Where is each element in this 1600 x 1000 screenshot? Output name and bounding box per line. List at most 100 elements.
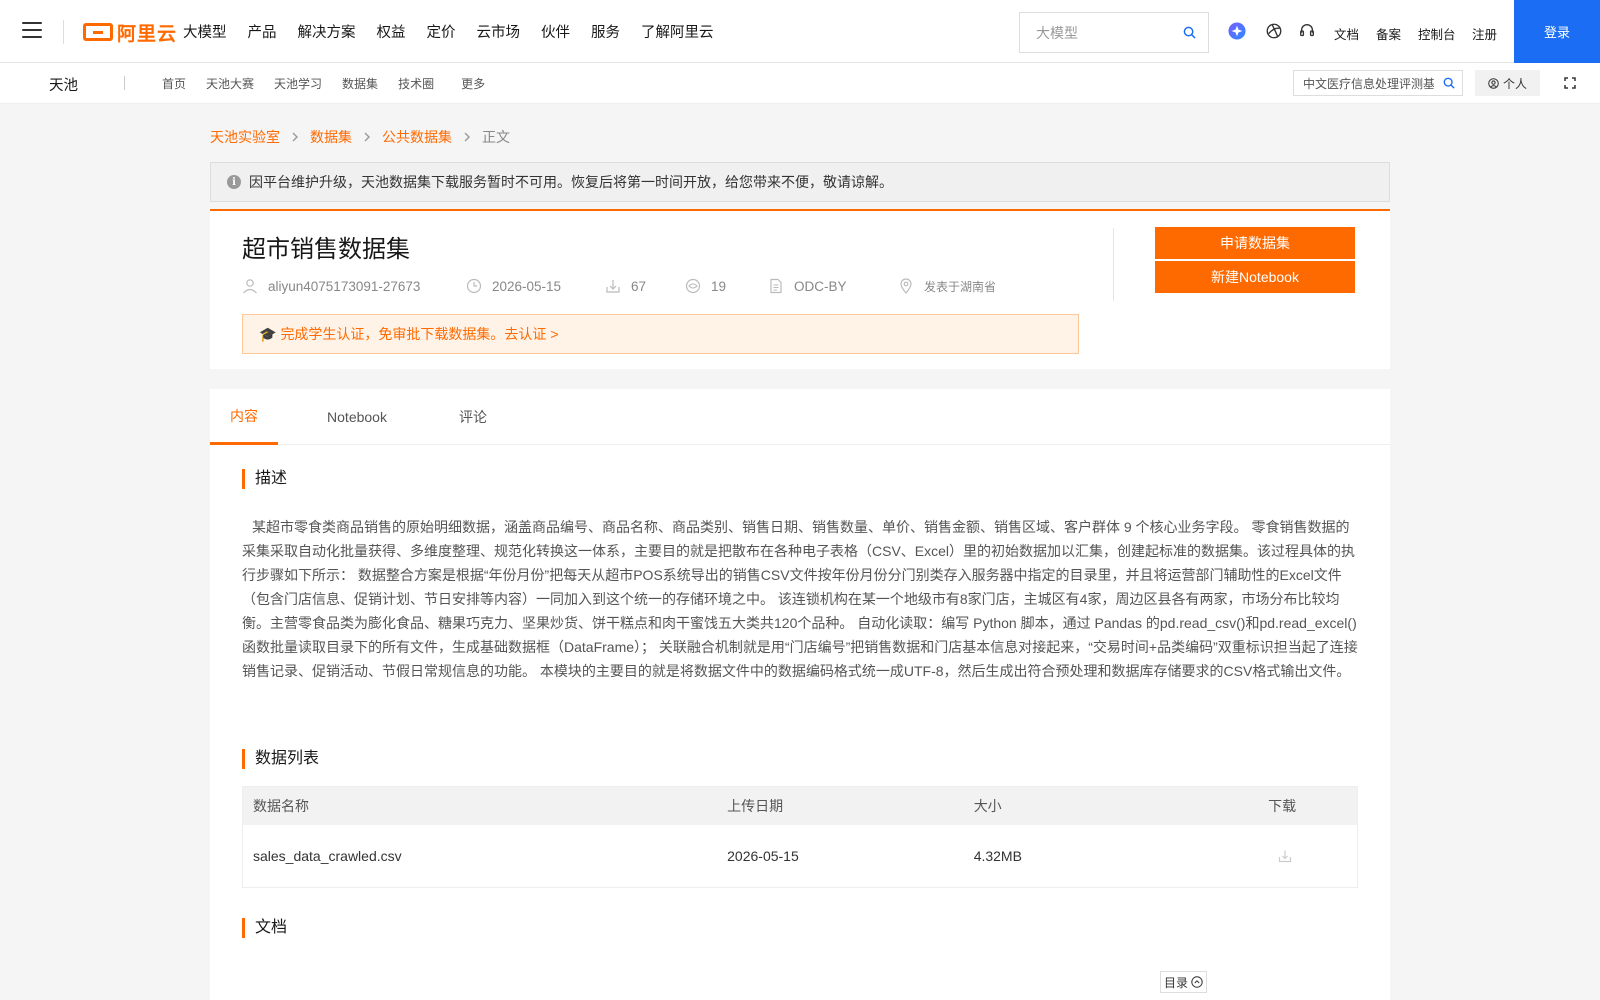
menu-item-partners[interactable]: 伙伴 [541, 21, 570, 42]
download-count-icon [606, 280, 620, 293]
tianchi-search-input[interactable] [1294, 71, 1434, 95]
global-search-input[interactable] [1020, 13, 1170, 52]
search-icon[interactable] [1183, 26, 1196, 39]
view-count: 19 [711, 278, 727, 294]
tianchi-subnav: 天池 首页 天池大赛 天池学习 数据集 技术圈 更多 个人 [0, 63, 1600, 104]
menu-item-marketplace[interactable]: 云市场 [477, 21, 521, 42]
info-icon: i [227, 175, 241, 189]
document-icon [770, 278, 782, 294]
chevron-right-icon [364, 132, 370, 142]
link-icp-filing[interactable]: 备案 [1376, 24, 1401, 43]
menu-item-benefits[interactable]: 权益 [377, 21, 406, 42]
section-title-description: 描述 [242, 469, 287, 489]
breadcrumb-current: 正文 [482, 129, 510, 145]
meta-author: aliyun4075173091-27673 [242, 278, 466, 294]
link-register[interactable]: 注册 [1472, 24, 1497, 43]
apply-dataset-button[interactable]: 申请数据集 [1155, 227, 1355, 259]
header-download: 下载 [1268, 798, 1297, 814]
file-name: sales_data_crawled.csv [253, 848, 402, 864]
dataset-content: 描述 某超市零食类商品销售的原始明细数据，涵盖商品编号、商品名称、商品类别、销售… [210, 445, 1390, 1000]
subnav-datasets[interactable]: 数据集 [342, 75, 378, 92]
file-size: 4.32MB [973, 848, 1022, 864]
subnav-more[interactable]: 更多 [461, 75, 485, 92]
download-count: 67 [631, 278, 647, 294]
graduation-cap-icon: 🎓 [259, 325, 277, 342]
login-button[interactable]: 登录 [1514, 0, 1600, 63]
menu-item-about[interactable]: 了解阿里云 [641, 21, 714, 42]
header-date: 上传日期 [727, 798, 784, 814]
aliyun-logo-icon [83, 23, 113, 41]
student-verify-banner[interactable]: 🎓 完成学生认证，免审批下载数据集。去认证 > [242, 314, 1079, 354]
link-console[interactable]: 控制台 [1418, 24, 1456, 43]
subnav-learning[interactable]: 天池学习 [274, 75, 322, 92]
notice-text: 因平台维护升级，天池数据集下载服务暂时不可用。恢复后将第一时间开放，给您带来不便… [249, 174, 893, 190]
publish-date: 2026-05-15 [492, 278, 562, 294]
meta-downloads: 67 [605, 278, 685, 294]
personal-label: 个人 [1502, 76, 1527, 91]
breadcrumb-lab[interactable]: 天池实验室 [210, 127, 280, 147]
fullscreen-icon[interactable] [1563, 76, 1577, 90]
tab-comments[interactable]: 评论 [457, 389, 489, 445]
aliyun-logo[interactable]: 阿里云 [83, 20, 177, 45]
menu-item-services[interactable]: 服务 [591, 21, 620, 42]
section-title-data-list: 数据列表 [242, 749, 319, 769]
subnav-competitions[interactable]: 天池大赛 [206, 75, 254, 92]
location-pin-icon [900, 278, 912, 294]
headset-icon[interactable] [1298, 22, 1316, 40]
divider [63, 20, 64, 44]
ai-assistant-icon[interactable] [1228, 22, 1246, 40]
top-navbar: 阿里云 大模型 产品 解决方案 权益 定价 云市场 伙伴 服务 了解阿里云 文档… [0, 0, 1600, 63]
menu-item-pricing[interactable]: 定价 [427, 21, 456, 42]
globe-icon[interactable] [1265, 22, 1283, 40]
tab-notebook[interactable]: Notebook [322, 389, 392, 445]
link-docs[interactable]: 文档 [1334, 24, 1359, 43]
license: ODC-BY [794, 278, 847, 294]
clock-icon [466, 278, 482, 294]
main-menu: 大模型 产品 解决方案 权益 定价 云市场 伙伴 服务 了解阿里云 [183, 0, 735, 63]
global-search [1019, 12, 1209, 53]
location: 发表于湖南省 [924, 279, 997, 294]
breadcrumb: 天池实验室 数据集 公共数据集 正文 [210, 127, 510, 147]
header-name: 数据名称 [253, 798, 309, 814]
download-icon[interactable] [1278, 849, 1292, 863]
description-text: 某超市零食类商品销售的原始明细数据，涵盖商品编号、商品名称、商品类别、销售日期、… [242, 519, 1358, 679]
meta-location: 发表于湖南省 [898, 278, 996, 295]
chevron-right-icon [464, 132, 470, 142]
tianchi-search [1293, 70, 1463, 96]
breadcrumb-datasets[interactable]: 数据集 [310, 127, 352, 147]
student-verify-text: 完成学生认证，免审批下载数据集。去认证 > [280, 326, 559, 342]
tianchi-brand[interactable]: 天池 [49, 74, 78, 95]
tab-content[interactable]: 内容 [210, 389, 278, 445]
meta-license: ODC-BY [768, 278, 898, 294]
meta-views: 19 [685, 278, 768, 294]
toc-button[interactable]: 目录 [1160, 971, 1208, 993]
dataset-meta: aliyun4075173091-27673 2026-05-15 67 19 … [242, 276, 996, 296]
data-list-table: 数据名称 上传日期 大小 下载 sales_data_crawled.csv 2… [242, 786, 1358, 888]
table-header: 数据名称 上传日期 大小 下载 [243, 787, 1357, 825]
dataset-title: 超市销售数据集 [242, 236, 410, 263]
maintenance-notice: i 因平台维护升级，天池数据集下载服务暂时不可用。恢复后将第一时间开放，给您带来… [210, 162, 1390, 202]
menu-item-llm[interactable]: 大模型 [183, 21, 227, 42]
author-name[interactable]: aliyun4075173091-27673 [268, 279, 420, 294]
search-icon[interactable] [1443, 77, 1455, 89]
chevron-up-circle-icon [1191, 976, 1203, 988]
menu-item-products[interactable]: 产品 [248, 21, 277, 42]
divider [124, 76, 125, 90]
subnav-links: 首页 天池大赛 天池学习 数据集 技术圈 更多 [162, 63, 505, 104]
menu-item-solutions[interactable]: 解决方案 [298, 21, 356, 42]
section-title-docs: 文档 [242, 918, 287, 938]
user-icon [243, 279, 257, 294]
new-notebook-button[interactable]: 新建Notebook [1155, 261, 1355, 293]
divider [1113, 228, 1114, 301]
subnav-home[interactable]: 首页 [162, 75, 186, 92]
user-icon [1488, 77, 1499, 89]
header-size: 大小 [973, 798, 1002, 814]
file-download-cell [1268, 849, 1357, 863]
personal-button[interactable]: 个人 [1475, 70, 1540, 96]
menu-icon[interactable] [22, 22, 42, 40]
breadcrumb-public-datasets[interactable]: 公共数据集 [382, 127, 452, 147]
views-icon [685, 278, 701, 294]
toc-label: 目录 [1164, 975, 1189, 990]
subnav-tech-circle[interactable]: 技术圈 [398, 75, 434, 92]
dataset-header-card: 超市销售数据集 aliyun4075173091-27673 2026-05-1… [210, 209, 1390, 369]
